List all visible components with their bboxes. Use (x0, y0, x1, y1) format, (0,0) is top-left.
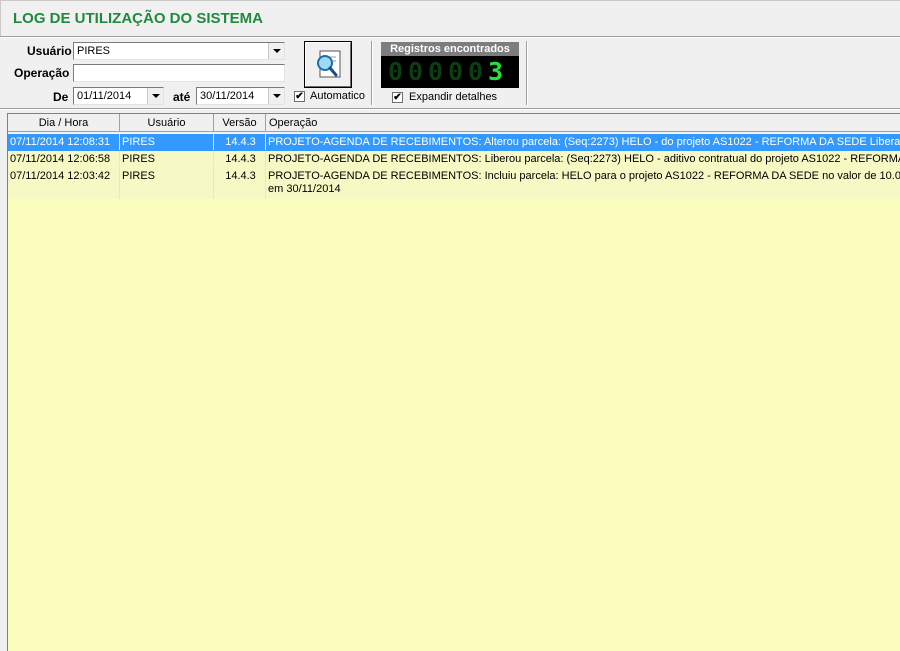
chevron-down-icon (272, 94, 281, 98)
divider (0, 109, 900, 110)
counter-digit: 0 (407, 57, 424, 86)
chevron-down-icon (272, 49, 281, 53)
usuario-dropdown-button[interactable] (268, 43, 284, 59)
date-to-value: 30/11/2014 (200, 90, 255, 102)
counter-digit: 0 (467, 57, 484, 86)
table-row[interactable]: 07/11/2014 12:08:31 PIRES 14.4.3 PROJETO… (8, 134, 900, 151)
column-header-operacao[interactable]: Operação (266, 114, 900, 132)
grid-header: Dia / Hora Usuário Versão Operação (8, 114, 900, 133)
date-from-value: 01/11/2014 (77, 90, 132, 102)
expandir-label: Expandir detalhes (409, 91, 498, 103)
column-header-versao[interactable]: Versão (214, 114, 266, 132)
search-button[interactable] (304, 41, 352, 88)
date-from-picker[interactable]: 01/11/2014 (73, 87, 164, 105)
chevron-down-icon (151, 94, 160, 98)
date-from-dropdown-button[interactable] (147, 88, 163, 104)
window-title: LOG DE UTILIZAÇÃO DO SISTEMA (13, 10, 263, 27)
operacao-input[interactable] (73, 64, 285, 82)
cell-usuario: PIRES (120, 151, 214, 167)
de-label: De (53, 90, 69, 104)
table-row[interactable]: 07/11/2014 12:03:42 PIRES 14.4.3 PROJETO… (8, 168, 900, 199)
cell-usuario: PIRES (120, 168, 214, 199)
counter-digit: 0 (447, 57, 464, 86)
cell-versao: 14.4.3 (214, 134, 266, 150)
usuario-select[interactable]: PIRES (73, 42, 285, 60)
title-bar: LOG DE UTILIZAÇÃO DO SISTEMA (0, 0, 900, 37)
counter-digit: 0 (387, 57, 404, 86)
divider (527, 41, 528, 105)
counter-title: Registros encontrados (381, 42, 519, 56)
cell-operacao: PROJETO-AGENDA DE RECEBIMENTOS: Incluiu … (266, 168, 900, 199)
cell-datetime: 07/11/2014 12:08:31 (8, 134, 120, 150)
counter-digit: 0 (427, 57, 444, 86)
ate-label: até (173, 90, 191, 104)
table-row[interactable]: 07/11/2014 12:06:58 PIRES 14.4.3 PROJETO… (8, 151, 900, 168)
column-header-datetime[interactable]: Dia / Hora (8, 114, 120, 132)
magnifier-document-icon (317, 50, 341, 78)
automatico-label: Automatico (310, 90, 366, 102)
records-counter: Registros encontrados 0 0 0 0 0 3 (381, 42, 519, 88)
cell-usuario: PIRES (120, 134, 214, 150)
cell-operacao: PROJETO-AGENDA DE RECEBIMENTOS: Liberou … (268, 153, 900, 165)
expandir-checkbox[interactable]: ✔ (392, 92, 403, 103)
cell-operacao-line: em 30/11/2014 (268, 183, 341, 195)
counter-digits: 0 0 0 0 0 3 (387, 58, 504, 86)
cell-operacao-line: PROJETO-AGENDA DE RECEBIMENTOS: Incluiu … (268, 170, 900, 182)
divider (0, 37, 900, 38)
log-grid[interactable]: Dia / Hora Usuário Versão Operação 07/11… (7, 113, 900, 651)
usuario-label: Usuário (27, 44, 72, 58)
cell-datetime: 07/11/2014 12:03:42 (8, 168, 120, 199)
usuario-value: PIRES (77, 45, 111, 57)
date-to-dropdown-button[interactable] (268, 88, 284, 104)
divider (372, 41, 373, 105)
automatico-checkbox[interactable]: ✔ (294, 91, 305, 102)
cell-operacao: PROJETO-AGENDA DE RECEBIMENTOS: Alterou … (268, 136, 900, 148)
date-to-picker[interactable]: 30/11/2014 (196, 87, 285, 105)
column-header-usuario[interactable]: Usuário (120, 114, 214, 132)
operacao-label: Operação (14, 66, 70, 80)
cell-versao: 14.4.3 (214, 151, 266, 167)
cell-datetime: 07/11/2014 12:06:58 (8, 151, 120, 167)
cell-versao: 14.4.3 (214, 168, 266, 199)
counter-digit: 3 (487, 57, 504, 86)
